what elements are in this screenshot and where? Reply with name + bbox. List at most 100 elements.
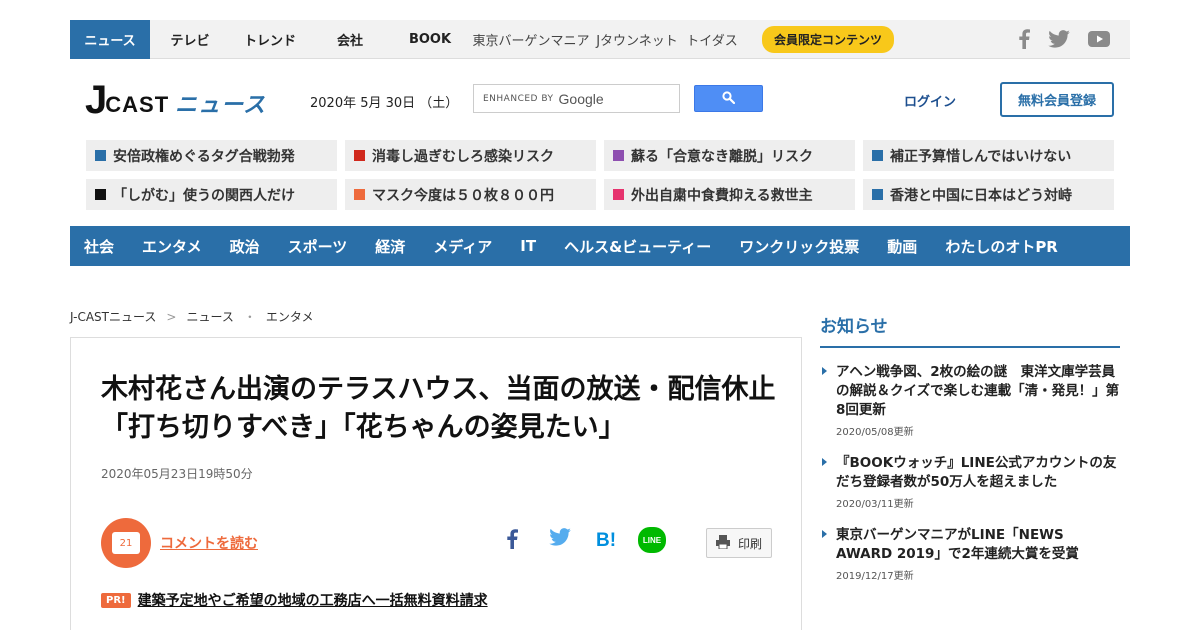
share-facebook-icon[interactable] bbox=[506, 528, 518, 550]
tag-color-square bbox=[95, 150, 106, 161]
search-input[interactable]: ENHANCED BY Google bbox=[473, 84, 680, 113]
trending-tags: 安倍政権めぐるタグ合戦勃発 消毒し過ぎむしろ感染リスク 蘇る「合意なき離脱」リス… bbox=[86, 140, 1116, 210]
tag-color-square bbox=[95, 189, 106, 200]
logo-news: ニュース bbox=[175, 92, 267, 117]
tag-item[interactable]: 補正予算惜しんではいけない bbox=[863, 140, 1114, 171]
site-header: J CAST ニュース 2020年 5月 30日 （土） ENHANCED BY… bbox=[70, 60, 1130, 138]
tag-label: 補正予算惜しんではいけない bbox=[890, 148, 1072, 165]
article-card: 木村花さん出演のテラスハウス、当面の放送・配信休止 「打ち切りすべき」「花ちゃん… bbox=[70, 337, 802, 630]
topnav-item-tv[interactable]: テレビ bbox=[150, 20, 230, 59]
tag-label: 「しがむ」使うの関西人だけ bbox=[113, 187, 295, 204]
comment-bubble-icon: 21 bbox=[112, 532, 140, 554]
notice-heading: お知らせ bbox=[820, 312, 1120, 348]
member-content-button[interactable]: 会員限定コンテンツ bbox=[762, 25, 895, 53]
tag-item[interactable]: 「しがむ」使うの関西人だけ bbox=[86, 179, 337, 210]
line-label: LINE bbox=[638, 527, 666, 553]
category-society[interactable]: 社会 bbox=[84, 236, 114, 257]
breadcrumb-separator: > bbox=[166, 309, 177, 324]
category-entertainment[interactable]: エンタメ bbox=[142, 236, 202, 257]
arrow-right-icon bbox=[822, 367, 827, 375]
current-date: 2020年 5月 30日 （土） bbox=[310, 96, 459, 111]
category-video[interactable]: 動画 bbox=[887, 236, 917, 257]
jcast-logo[interactable]: J CAST ニュース bbox=[85, 78, 267, 122]
article-published-date: 2020年05月23日19時50分 bbox=[101, 467, 253, 481]
social-links bbox=[1018, 29, 1130, 49]
facebook-icon[interactable] bbox=[1018, 29, 1030, 49]
breadcrumb-news[interactable]: ニュース bbox=[186, 308, 233, 325]
tag-item[interactable]: 安倍政権めぐるタグ合戦勃発 bbox=[86, 140, 337, 171]
tag-label: 安倍政権めぐるタグ合戦勃発 bbox=[113, 148, 295, 165]
tag-label: 外出自粛中食費抑える救世主 bbox=[631, 187, 813, 204]
pr-badge: PR! bbox=[101, 592, 131, 608]
notice-date: 2020/03/11更新 bbox=[836, 499, 914, 510]
tag-color-square bbox=[354, 150, 365, 161]
print-label: 印刷 bbox=[737, 536, 762, 551]
top-nav: ニュース テレビ トレンド 会社 BOOK 東京バーゲンマニア Jタウンネット … bbox=[70, 19, 1130, 59]
tag-color-square bbox=[872, 189, 883, 200]
tag-color-square bbox=[354, 189, 365, 200]
notice-item[interactable]: 『BOOKウォッチ』LINE公式アカウントの友だち登録者数が50万人を超えました… bbox=[820, 454, 1120, 510]
breadcrumb: J-CASTニュース > ニュース ・ エンタメ bbox=[70, 308, 314, 325]
comment-count-button[interactable]: 21 bbox=[101, 518, 151, 568]
search-icon bbox=[722, 89, 736, 108]
category-nav: 社会 エンタメ 政治 スポーツ 経済 メディア IT ヘルス&ビューティー ワン… bbox=[70, 226, 1130, 266]
topnav-item-company[interactable]: 会社 bbox=[310, 20, 390, 59]
arrow-right-icon bbox=[822, 458, 827, 466]
tag-item[interactable]: 香港と中国に日本はどう対峙 bbox=[863, 179, 1114, 210]
tag-label: 香港と中国に日本はどう対峙 bbox=[890, 187, 1072, 204]
search-enhanced-label: ENHANCED BY bbox=[483, 93, 554, 104]
breadcrumb-home[interactable]: J-CASTニュース bbox=[70, 308, 156, 325]
register-button[interactable]: 無料会員登録 bbox=[1000, 82, 1114, 117]
tag-label: マスク今度は５０枚８００円 bbox=[372, 187, 554, 204]
notice-title: アヘン戦争図、2枚の絵の謎 東洋文庫学芸員の解説＆クイズで楽しむ連載「清・発見！… bbox=[836, 364, 1120, 418]
print-button[interactable]: 印刷 bbox=[706, 528, 772, 558]
login-link[interactable]: ログイン bbox=[904, 91, 956, 110]
category-health-beauty[interactable]: ヘルス&ビューティー bbox=[564, 236, 711, 257]
article-headline: 木村花さん出演のテラスハウス、当面の放送・配信休止 「打ち切りすべき」「花ちゃん… bbox=[101, 374, 803, 443]
comment-count: 21 bbox=[119, 537, 133, 549]
tag-label: 蘇る「合意なき離脱」リスク bbox=[631, 148, 813, 165]
notice-title: 『BOOKウォッチ』LINE公式アカウントの友だち登録者数が50万人を超えました bbox=[836, 455, 1117, 490]
category-media[interactable]: メディア bbox=[433, 236, 492, 257]
breadcrumb-entertainment[interactable]: エンタメ bbox=[266, 308, 314, 325]
share-twitter-icon[interactable] bbox=[549, 528, 571, 546]
category-watashi-no-oto[interactable]: わたしのオトPR bbox=[945, 236, 1058, 257]
category-economy[interactable]: 経済 bbox=[375, 236, 405, 257]
notice-title: 東京バーゲンマニアがLINE「NEWS AWARD 2019」で2年連続大賞を受… bbox=[836, 527, 1079, 562]
printer-icon bbox=[715, 534, 730, 552]
logo-j: J bbox=[85, 78, 108, 122]
notice-item[interactable]: アヘン戦争図、2枚の絵の謎 東洋文庫学芸員の解説＆クイズで楽しむ連載「清・発見！… bbox=[820, 363, 1120, 438]
topnav-item-jtown[interactable]: Jタウンネット bbox=[592, 20, 682, 59]
category-sports[interactable]: スポーツ bbox=[288, 236, 348, 257]
logo-cast: CAST bbox=[105, 92, 170, 117]
notice-item[interactable]: 東京バーゲンマニアがLINE「NEWS AWARD 2019」で2年連続大賞を受… bbox=[820, 526, 1120, 582]
topnav-item-news[interactable]: ニュース bbox=[70, 19, 150, 59]
pr-ad: PR! 建築予定地やご希望の地域の工務店へ一括無料資料請求 bbox=[101, 590, 488, 610]
pr-link[interactable]: 建築予定地やご希望の地域の工務店へ一括無料資料請求 bbox=[138, 590, 488, 610]
search-button[interactable] bbox=[694, 85, 763, 112]
tag-color-square bbox=[872, 150, 883, 161]
tag-item[interactable]: 消毒し過ぎむしろ感染リスク bbox=[345, 140, 596, 171]
category-it[interactable]: IT bbox=[520, 237, 536, 255]
notice-date: 2020/05/08更新 bbox=[836, 427, 914, 438]
read-comments-link[interactable]: コメントを読む bbox=[160, 533, 258, 553]
breadcrumb-separator: ・ bbox=[243, 310, 256, 324]
notice-date: 2019/12/17更新 bbox=[836, 571, 914, 582]
notice-sidebar: お知らせ アヘン戦争図、2枚の絵の謎 東洋文庫学芸員の解説＆クイズで楽しむ連載「… bbox=[820, 312, 1120, 582]
tag-item[interactable]: マスク今度は５０枚８００円 bbox=[345, 179, 596, 210]
tag-item[interactable]: 蘇る「合意なき離脱」リスク bbox=[604, 140, 855, 171]
topnav-item-toidas[interactable]: トイダス bbox=[682, 20, 742, 59]
category-one-click-vote[interactable]: ワンクリック投票 bbox=[739, 236, 859, 257]
twitter-icon[interactable] bbox=[1048, 30, 1070, 48]
arrow-right-icon bbox=[822, 530, 827, 538]
tag-item[interactable]: 外出自粛中食費抑える救世主 bbox=[604, 179, 855, 210]
youtube-icon[interactable] bbox=[1088, 31, 1110, 47]
category-politics[interactable]: 政治 bbox=[230, 236, 260, 257]
search-google-label: Google bbox=[558, 90, 604, 107]
share-line-icon[interactable]: LINE bbox=[638, 527, 666, 553]
topnav-item-trend[interactable]: トレンド bbox=[230, 20, 310, 59]
topnav-item-bargain[interactable]: 東京バーゲンマニア bbox=[470, 20, 592, 59]
topnav-item-book[interactable]: BOOK bbox=[390, 20, 470, 59]
share-hatena-icon[interactable]: B! bbox=[596, 530, 616, 552]
tag-color-square bbox=[613, 150, 624, 161]
